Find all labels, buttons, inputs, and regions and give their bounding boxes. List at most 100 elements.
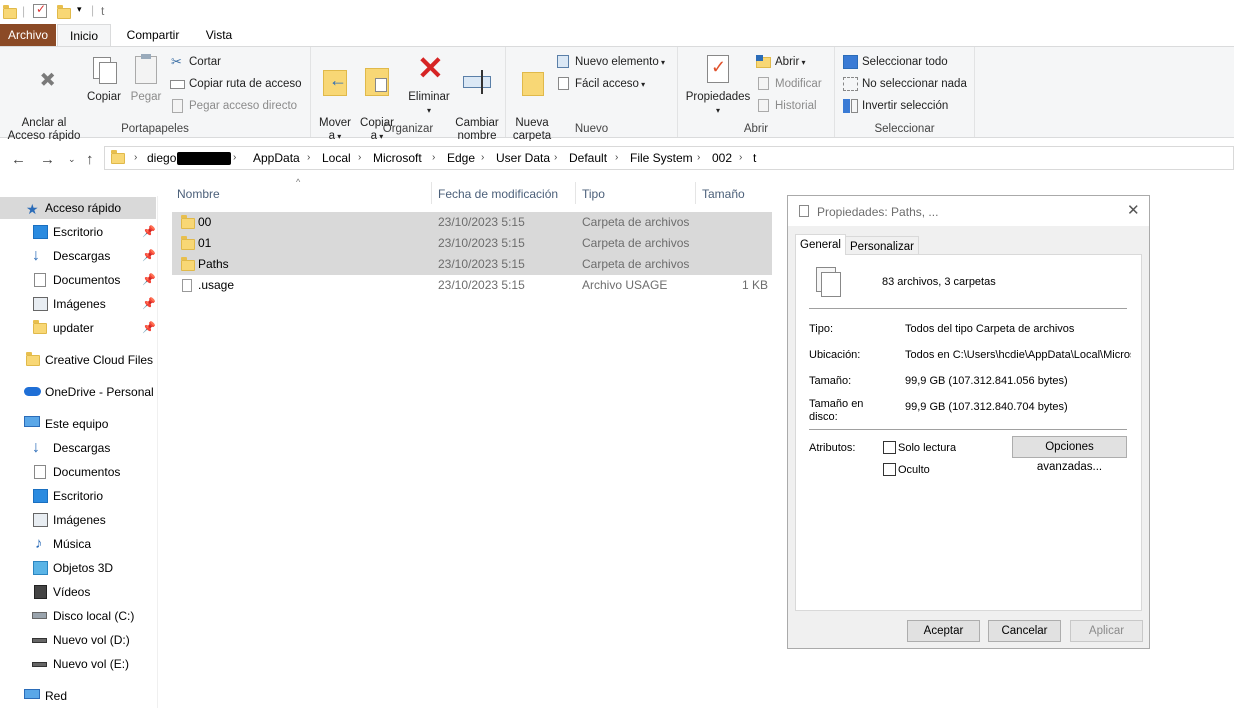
tab-compartir[interactable]: Compartir bbox=[116, 24, 190, 46]
history-button[interactable]: Historial bbox=[756, 96, 817, 116]
folder-icon bbox=[33, 320, 47, 334]
breadcrumb-microsoft[interactable]: Microsoft bbox=[373, 147, 422, 169]
invert-selection-button[interactable]: Invertir selección bbox=[843, 96, 948, 116]
tab-inicio[interactable]: Inicio bbox=[57, 24, 111, 47]
tab-general[interactable]: General bbox=[795, 234, 846, 255]
breadcrumb-t[interactable]: t bbox=[753, 147, 756, 169]
column-size[interactable]: Tamaño bbox=[702, 184, 745, 204]
select-all-button[interactable]: Seleccionar todo bbox=[843, 52, 948, 72]
disk-size-label: Tamaño en disco: bbox=[809, 398, 864, 423]
advanced-options-button[interactable]: Opciones avanzadas... bbox=[1012, 436, 1127, 473]
new-item-button[interactable]: Nuevo elemento ▾ bbox=[556, 52, 665, 72]
sidebar-item-quick-access[interactable]: ★ Acceso rápido bbox=[0, 197, 156, 219]
tab-vista[interactable]: Vista bbox=[194, 24, 244, 46]
breadcrumb-default[interactable]: Default bbox=[569, 147, 607, 169]
tab-archivo[interactable]: Archivo bbox=[0, 24, 56, 46]
sidebar-item-videos[interactable]: Vídeos bbox=[0, 581, 156, 603]
breadcrumb-user-data[interactable]: User Data bbox=[496, 147, 550, 169]
sidebar-item-musica[interactable]: ♪ Música bbox=[0, 533, 156, 555]
sidebar-item-pc-escritorio[interactable]: Escritorio bbox=[0, 485, 156, 507]
ribbon-tabs: Archivo Inicio Compartir Vista bbox=[0, 24, 1234, 47]
sidebar-item-imagenes[interactable]: Imágenes 📌 bbox=[0, 293, 156, 315]
breadcrumb-002[interactable]: 002 bbox=[712, 147, 732, 169]
breadcrumb-file-system[interactable]: File System bbox=[630, 147, 693, 169]
column-name[interactable]: Nombre bbox=[177, 184, 220, 204]
creative-cloud-folder-icon bbox=[26, 352, 40, 366]
close-icon[interactable]: ✕ bbox=[1127, 201, 1140, 219]
sidebar-item-descargas[interactable]: ↓ Descargas 📌 bbox=[0, 245, 156, 267]
sidebar-item-pc-documentos[interactable]: Documentos bbox=[0, 461, 156, 483]
group-organizar: ← Mover a ▾ Copiar a ▾ ✕ Eliminar ▾ Camb… bbox=[311, 47, 506, 142]
pin-icon[interactable]: 📌 bbox=[142, 245, 156, 267]
file-row-00[interactable]: 00 23/10/2023 5:15 Carpeta de archivos bbox=[172, 212, 772, 233]
open-button[interactable]: Abrir ▾ bbox=[756, 52, 806, 72]
hidden-label: Oculto bbox=[898, 464, 930, 476]
sidebar-item-pc-descargas[interactable]: ↓ Descargas bbox=[0, 437, 156, 459]
address-box[interactable]: › diego › AppData › Local › Microsoft › … bbox=[104, 146, 1234, 170]
pin-icon[interactable]: 📌 bbox=[142, 269, 156, 291]
select-none-button[interactable]: No seleccionar nada bbox=[843, 74, 967, 94]
tab-personalizar[interactable]: Personalizar bbox=[845, 236, 919, 256]
properties-button[interactable]: ✓ Propiedades ▾ bbox=[682, 53, 754, 117]
computer-icon bbox=[24, 416, 40, 427]
sidebar-item-escritorio[interactable]: Escritorio 📌 bbox=[0, 221, 156, 243]
breadcrumb-local[interactable]: Local bbox=[322, 147, 351, 169]
open-icon bbox=[756, 54, 772, 69]
group-portapapeles: ✚ Anclar al Acceso rápido Copiar Pegar ✂… bbox=[0, 47, 311, 142]
sidebar-item-this-pc[interactable]: Este equipo bbox=[0, 413, 156, 435]
copy-button[interactable]: Copiar bbox=[84, 53, 124, 104]
edit-button[interactable]: Modificar bbox=[756, 74, 822, 94]
file-row-usage[interactable]: .usage 23/10/2023 5:15 Archivo USAGE 1 K… bbox=[172, 275, 772, 296]
breadcrumb-edge[interactable]: Edge bbox=[447, 147, 475, 169]
sort-ascending-icon: ^ bbox=[296, 177, 301, 187]
new-folder-quick-icon[interactable] bbox=[57, 5, 71, 19]
paste-shortcut-button[interactable]: Pegar acceso directo bbox=[170, 96, 297, 116]
sidebar-item-updater[interactable]: updater 📌 bbox=[0, 317, 156, 339]
sidebar-item-vol-e[interactable]: Nuevo vol (E:) bbox=[0, 653, 156, 675]
copy-path-button[interactable]: Copiar ruta de acceso bbox=[170, 74, 302, 94]
copy-icon bbox=[88, 53, 120, 87]
paste-button[interactable]: Pegar bbox=[127, 53, 165, 104]
file-list: ^ Nombre Fecha de modificación Tipo Tama… bbox=[170, 177, 780, 708]
sidebar-item-disco-c[interactable]: Disco local (C:) bbox=[0, 605, 156, 627]
sidebar-item-network[interactable]: Red bbox=[0, 685, 156, 707]
sidebar-item-documentos[interactable]: Documentos 📌 bbox=[0, 269, 156, 291]
file-row-paths[interactable]: Paths 23/10/2023 5:15 Carpeta de archivo… bbox=[172, 254, 772, 275]
location-value: Todos en C:\Users\hcdie\AppData\Local\Mi… bbox=[905, 349, 1131, 361]
copy-to-icon bbox=[361, 66, 393, 100]
sidebar-item-objetos-3d[interactable]: Objetos 3D bbox=[0, 557, 156, 579]
back-arrow-icon[interactable]: ← bbox=[11, 151, 26, 168]
music-note-icon: ♪ bbox=[35, 535, 43, 552]
apply-button[interactable]: Aplicar bbox=[1070, 620, 1143, 642]
cut-button[interactable]: ✂ Cortar bbox=[170, 52, 221, 72]
pin-icon[interactable]: 📌 bbox=[142, 221, 156, 243]
ok-button[interactable]: Aceptar bbox=[907, 620, 980, 642]
sidebar-item-pc-imagenes[interactable]: Imágenes bbox=[0, 509, 156, 531]
sidebar-item-vol-d[interactable]: Nuevo vol (D:) bbox=[0, 629, 156, 651]
properties-quick-icon[interactable]: ✓ bbox=[33, 2, 47, 18]
column-type[interactable]: Tipo bbox=[582, 184, 605, 204]
drive-icon bbox=[32, 612, 47, 619]
group-label-nuevo: Nuevo bbox=[574, 123, 609, 135]
easy-access-button[interactable]: Fácil acceso ▾ bbox=[556, 74, 645, 94]
pin-icon[interactable]: 📌 bbox=[142, 317, 156, 339]
delete-button[interactable]: ✕ Eliminar ▾ bbox=[406, 51, 452, 117]
document-icon bbox=[34, 273, 46, 287]
redacted-block bbox=[177, 152, 231, 165]
breadcrumb-appdata[interactable]: AppData bbox=[253, 147, 300, 169]
breadcrumb-user[interactable]: diego bbox=[147, 147, 176, 169]
sidebar-item-onedrive[interactable]: OneDrive - Personal bbox=[0, 381, 156, 403]
cancel-button[interactable]: Cancelar bbox=[988, 620, 1061, 642]
sidebar-item-creative-cloud[interactable]: Creative Cloud Files bbox=[0, 349, 156, 371]
group-label-organizar: Organizar bbox=[382, 123, 434, 135]
customize-toolbar-icon[interactable]: ▾ bbox=[77, 4, 82, 15]
forward-arrow-icon[interactable]: → bbox=[40, 151, 55, 168]
file-row-01[interactable]: 01 23/10/2023 5:15 Carpeta de archivos bbox=[172, 233, 772, 254]
up-arrow-icon[interactable]: ↑ bbox=[86, 151, 94, 168]
hidden-checkbox[interactable] bbox=[883, 463, 896, 476]
download-arrow-icon: ↓ bbox=[32, 247, 40, 264]
recent-locations-chevron-icon[interactable]: ⌄ bbox=[68, 154, 76, 165]
readonly-checkbox[interactable] bbox=[883, 441, 896, 454]
pin-icon[interactable]: 📌 bbox=[142, 293, 156, 315]
column-date[interactable]: Fecha de modificación bbox=[438, 184, 558, 204]
